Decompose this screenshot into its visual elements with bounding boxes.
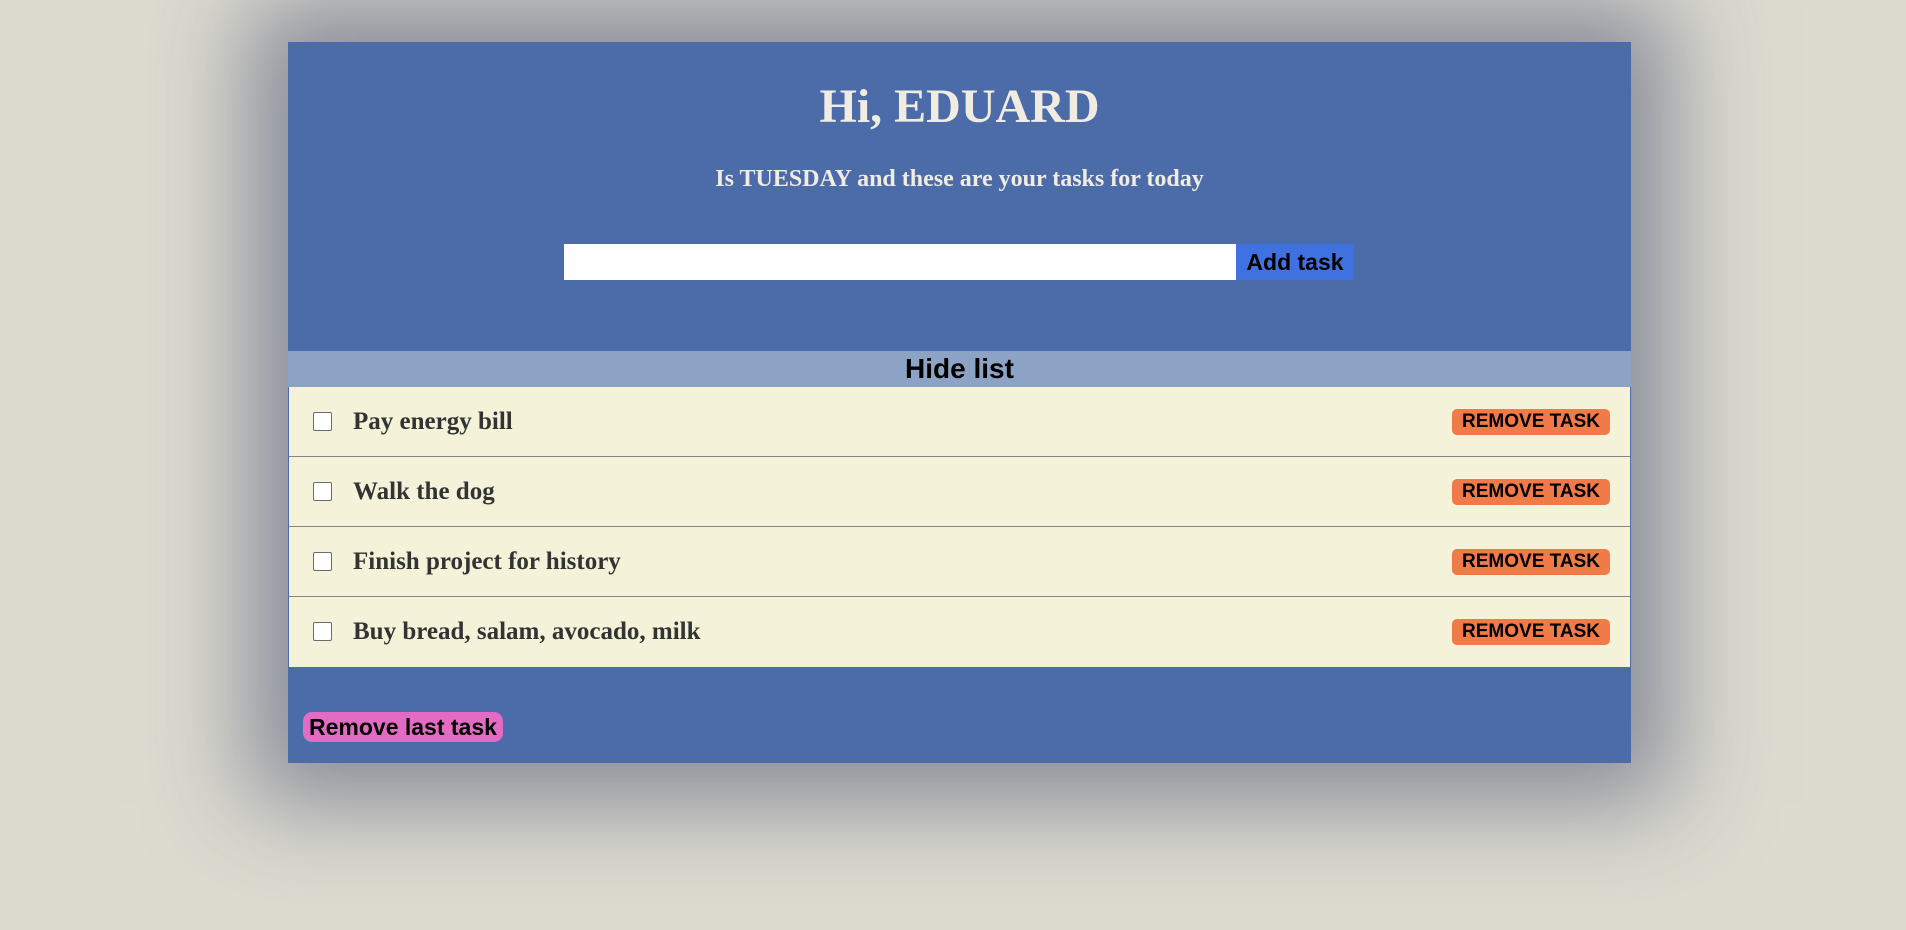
task-item: Finish project for history REMOVE TASK — [289, 527, 1630, 597]
remove-task-button[interactable]: REMOVE TASK — [1452, 549, 1610, 575]
remove-last-task-button[interactable]: Remove last task — [303, 712, 503, 742]
todo-card: Hi, EDUARD Is TUESDAY and these are your… — [288, 42, 1631, 763]
task-item: Pay energy bill REMOVE TASK — [289, 387, 1630, 457]
header: Hi, EDUARD Is TUESDAY and these are your… — [288, 42, 1631, 351]
task-item: Walk the dog REMOVE TASK — [289, 457, 1630, 527]
task-text: Pay energy bill — [353, 408, 513, 435]
task-checkbox[interactable] — [313, 552, 332, 571]
hide-list-toggle[interactable]: Hide list — [288, 351, 1631, 387]
task-item: Buy bread, salam, avocado, milk REMOVE T… — [289, 597, 1630, 667]
task-checkbox[interactable] — [313, 482, 332, 501]
day-subtitle: Is TUESDAY and these are your tasks for … — [715, 166, 1204, 192]
task-input[interactable] — [564, 244, 1236, 280]
remove-task-button[interactable]: REMOVE TASK — [1452, 479, 1610, 505]
task-list: Pay energy bill REMOVE TASK Walk the dog… — [289, 387, 1630, 667]
add-task-form: Add task — [564, 244, 1354, 280]
greeting-title: Hi, EDUARD — [819, 80, 1100, 133]
remove-task-button[interactable]: REMOVE TASK — [1452, 619, 1610, 645]
task-checkbox[interactable] — [313, 622, 332, 641]
add-task-button[interactable]: Add task — [1236, 244, 1354, 280]
task-text: Walk the dog — [353, 478, 495, 505]
remove-task-button[interactable]: REMOVE TASK — [1452, 409, 1610, 435]
task-text: Finish project for history — [353, 548, 621, 575]
task-text: Buy bread, salam, avocado, milk — [353, 618, 701, 645]
task-checkbox[interactable] — [313, 412, 332, 431]
